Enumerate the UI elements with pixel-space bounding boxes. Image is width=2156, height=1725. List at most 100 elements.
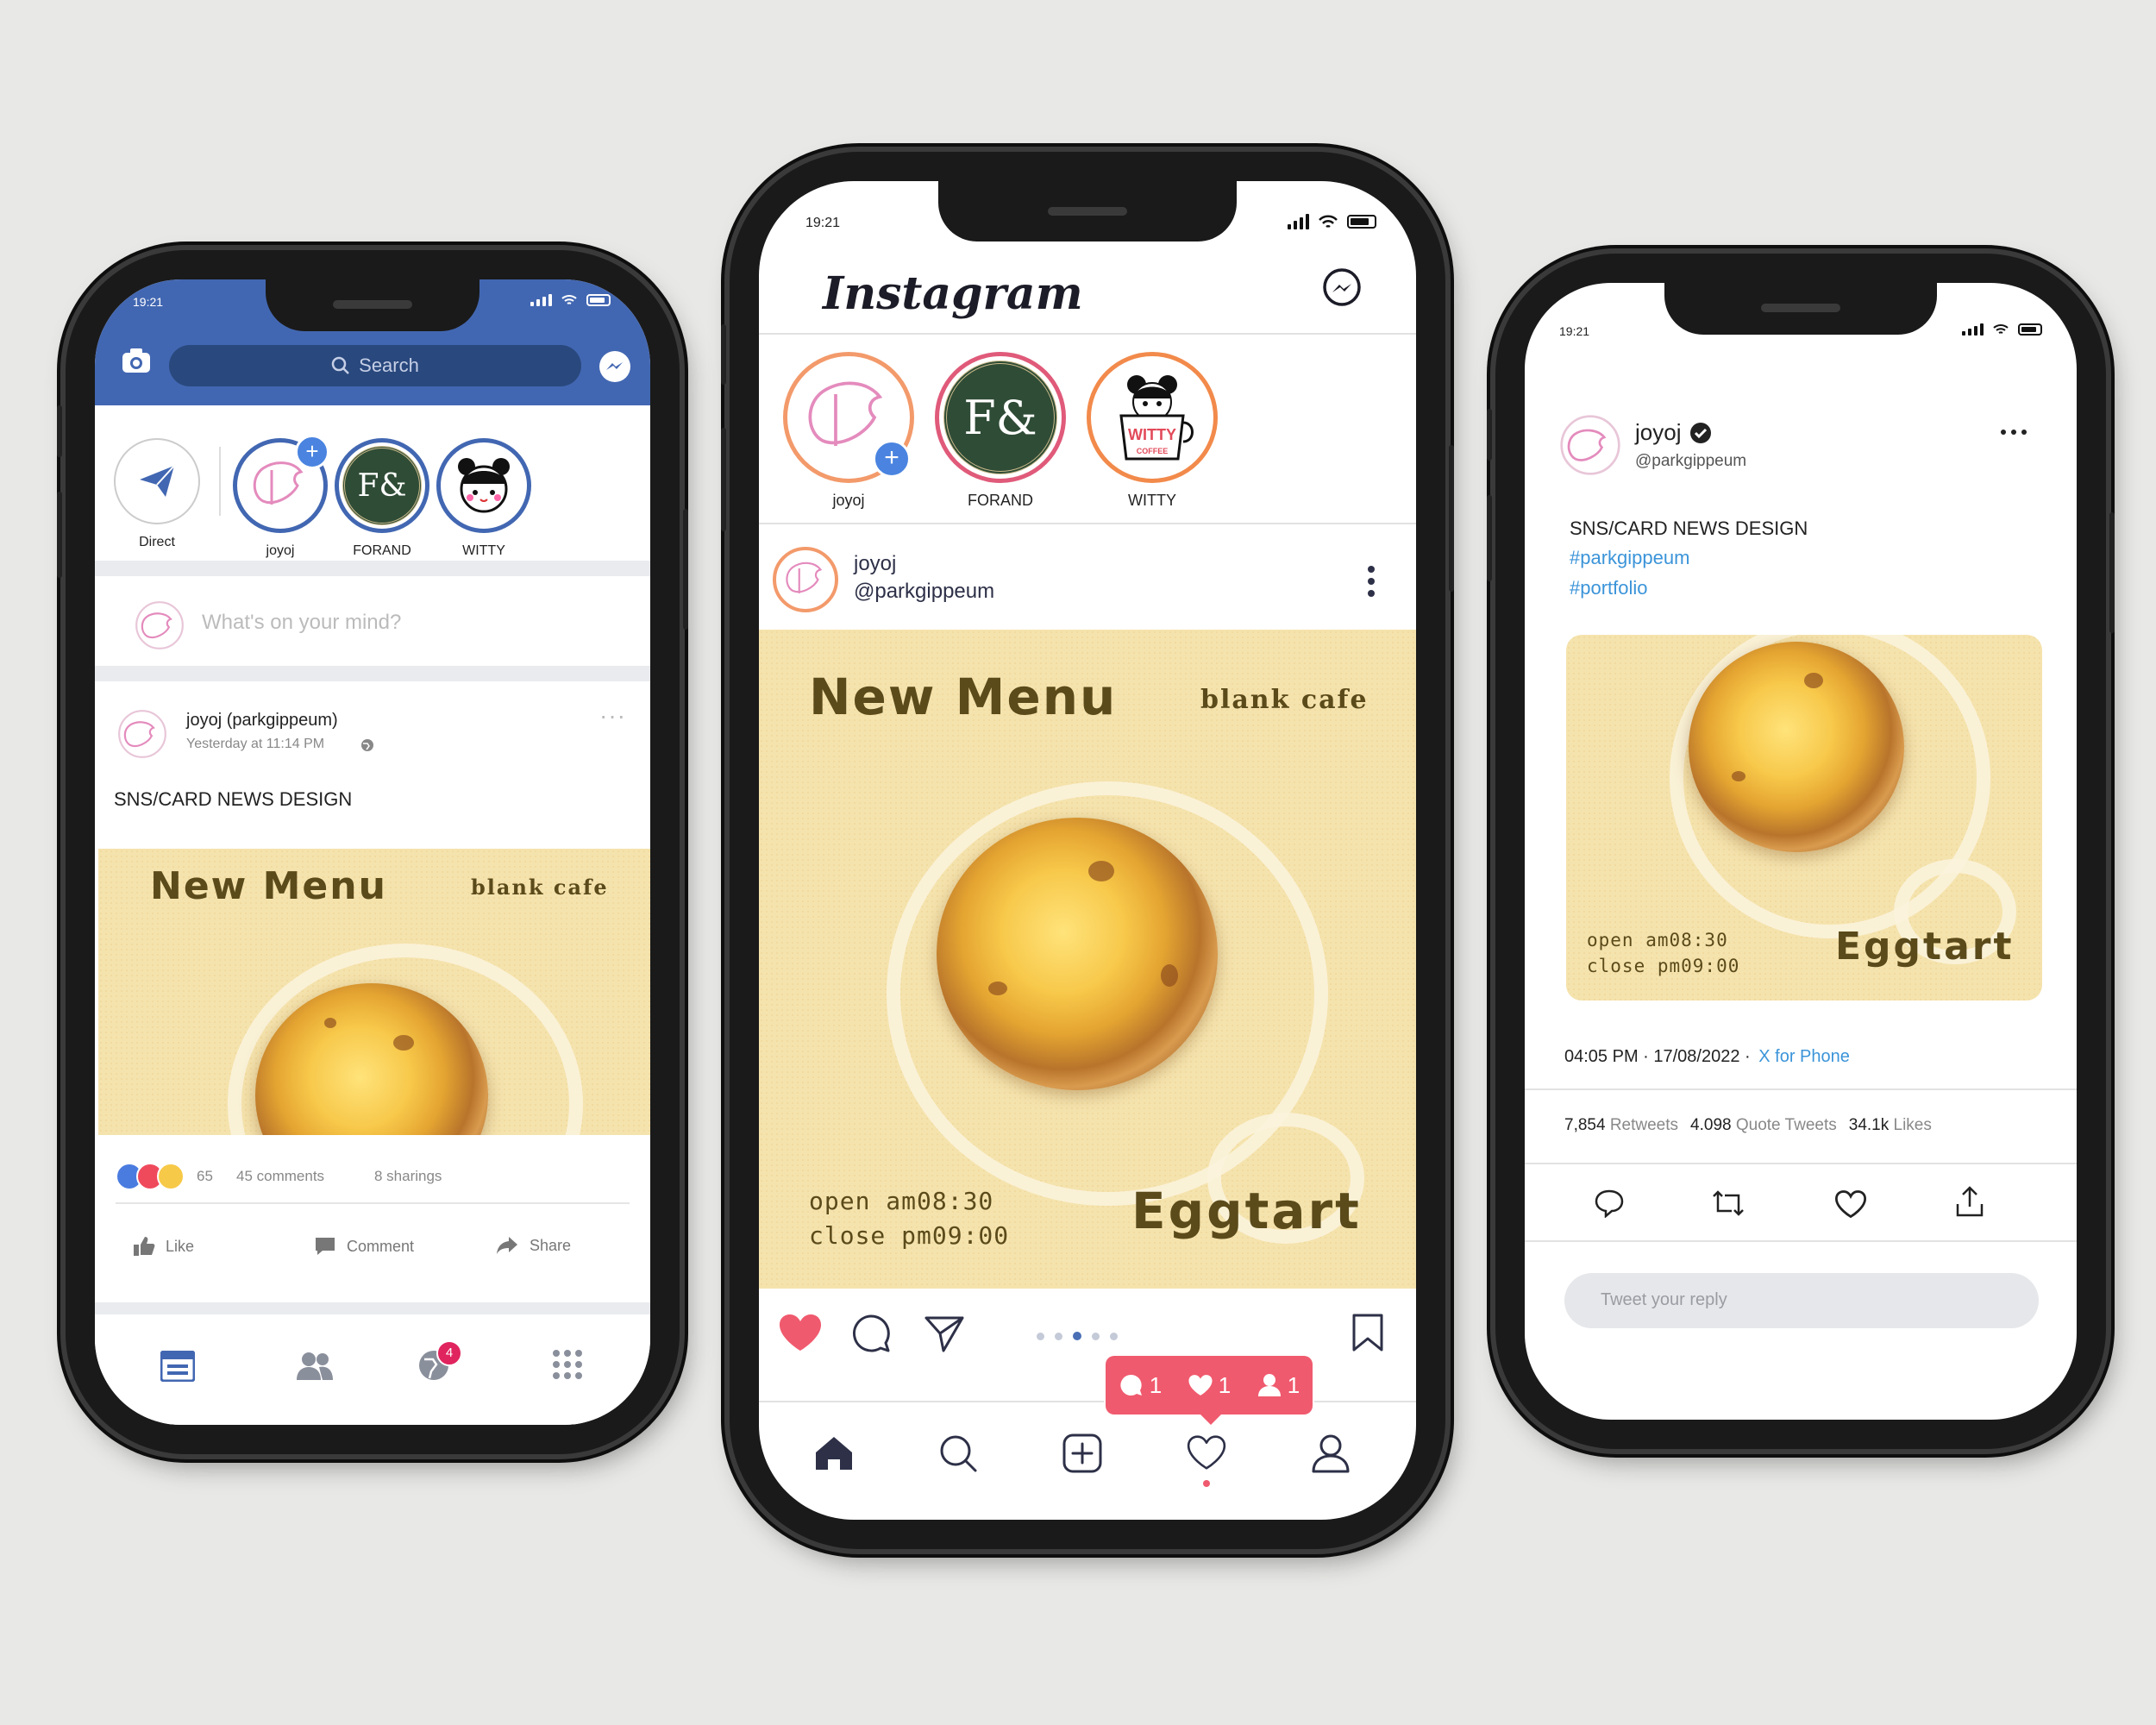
avatar[interactable] xyxy=(117,709,167,759)
facebook-screen: 19:21 Search Direct + joyoj F& FORAND WI… xyxy=(95,279,650,1425)
share-icon xyxy=(497,1237,517,1254)
menu-grid-icon[interactable] xyxy=(552,1349,583,1380)
new-post-icon[interactable] xyxy=(1062,1433,1102,1473)
card-headline: New Menu xyxy=(150,864,387,908)
tweet-timestamp: 04:05 PM · 17/08/2022 · X for Phone xyxy=(1564,1047,1850,1066)
post: joyoj (parkgippeum) Yesterday at 11:14 P… xyxy=(95,681,650,1302)
card-open-hours: open am08:30 xyxy=(1587,930,1728,950)
facebook-phone: 19:21 Search Direct + joyoj F& FORAND WI… xyxy=(57,250,688,1454)
globe-icon xyxy=(361,739,373,751)
instagram-logo: Instagram xyxy=(823,267,1083,320)
retweets-count[interactable]: 7,854 Retweets xyxy=(1564,1116,1678,1135)
card-open-hours: open am08:30 xyxy=(809,1187,994,1215)
search-icon[interactable] xyxy=(938,1433,978,1473)
retweet-icon[interactable] xyxy=(1711,1189,1745,1218)
instagram-screen: 19:21 Instagram + joyoj F& FORAND WITTY … xyxy=(759,181,1416,1520)
bookmark-icon[interactable] xyxy=(1351,1313,1385,1352)
story-joyoj[interactable]: + joyoj xyxy=(783,352,914,510)
avatar xyxy=(135,601,184,649)
comment-button[interactable]: Comment xyxy=(314,1235,414,1258)
activity-follows: 1 xyxy=(1287,1371,1300,1398)
tweet-author[interactable]: joyoj xyxy=(1635,419,1712,446)
search-icon xyxy=(331,356,350,374)
story-joyoj[interactable]: + joyoj xyxy=(233,435,329,559)
tweet-source[interactable]: X for Phone xyxy=(1758,1047,1850,1066)
tweet-image[interactable]: open am08:30 close pm09:00 Eggtart xyxy=(1566,635,2042,1000)
add-story-icon[interactable]: + xyxy=(873,440,911,478)
tweet-stats: 7,854 Retweets 4.098 Quote Tweets 34.1k … xyxy=(1564,1116,1932,1135)
sharings-count[interactable]: 8 sharings xyxy=(374,1168,442,1185)
share-icon[interactable] xyxy=(1954,1185,1985,1218)
news-feed-icon[interactable] xyxy=(160,1351,195,1382)
search-input[interactable]: Search xyxy=(169,345,581,386)
status-time: 19:21 xyxy=(133,295,164,309)
avatar[interactable] xyxy=(773,547,838,612)
bottom-nav: 4 xyxy=(95,1314,650,1425)
friends-icon[interactable] xyxy=(295,1351,335,1382)
post-image[interactable]: New Menu blank cafe open am08:30 close p… xyxy=(759,630,1416,1289)
stories-bar: Direct + joyoj F& FORAND WITTY xyxy=(95,405,650,561)
post-handle: @parkgippeum xyxy=(854,580,995,603)
status-icons xyxy=(1962,323,2042,336)
send-icon[interactable] xyxy=(923,1313,966,1354)
twitter-screen: 19:21 joyoj @parkgippeum SNS/CARD NEWS D… xyxy=(1525,283,2077,1420)
add-story-icon[interactable]: + xyxy=(295,435,329,469)
witty-wordmark: WITTY COFFEE xyxy=(1128,426,1176,455)
post-author[interactable]: joyoj (parkgippeum) xyxy=(186,711,338,731)
battery-icon xyxy=(2018,323,2042,336)
more-options-icon[interactable] xyxy=(2001,430,2027,435)
activity-heart-icon[interactable] xyxy=(1187,1435,1226,1470)
notifications-tab[interactable]: 4 xyxy=(417,1340,462,1386)
comments-count[interactable]: 45 comments xyxy=(236,1168,324,1185)
post-author[interactable]: joyoj xyxy=(854,552,896,576)
search-placeholder: Search xyxy=(359,354,419,376)
story-label: FORAND xyxy=(968,492,1033,509)
story-label: joyoj xyxy=(832,492,865,509)
card-close-hours: close pm09:00 xyxy=(809,1221,1010,1250)
post-image[interactable]: New Menu blank cafe xyxy=(98,849,650,1135)
story-witty[interactable]: WITTY xyxy=(436,438,531,559)
story-direct[interactable]: Direct xyxy=(114,438,200,550)
tweet-handle: @parkgippeum xyxy=(1635,452,1747,470)
card-product: Eggtart xyxy=(1835,925,2015,969)
share-button[interactable]: Share xyxy=(495,1235,571,1256)
story-label: WITTY xyxy=(1128,492,1176,509)
heart-filled-icon[interactable] xyxy=(778,1313,823,1352)
composer-placeholder: What's on your mind? xyxy=(202,611,402,634)
story-label: WITTY xyxy=(462,543,505,558)
story-witty[interactable]: WITTY COFFEE WITTY xyxy=(1087,352,1218,510)
activity-popup[interactable]: 1 1 1 xyxy=(1106,1356,1313,1414)
eggtart-image xyxy=(937,818,1218,1090)
like-icon[interactable] xyxy=(1835,1190,1866,1218)
comment-icon xyxy=(1120,1374,1142,1396)
story-forand[interactable]: F& FORAND xyxy=(935,352,1066,510)
like-button[interactable]: Like xyxy=(133,1235,194,1258)
notification-badge: 4 xyxy=(436,1340,462,1366)
avatar: F& xyxy=(935,352,1066,483)
reactions[interactable]: 65 xyxy=(116,1163,213,1190)
reply-input[interactable]: Tweet your reply xyxy=(1564,1273,2039,1328)
composer[interactable]: What's on your mind? xyxy=(95,576,650,666)
comment-icon[interactable] xyxy=(850,1313,892,1354)
reply-icon[interactable] xyxy=(1594,1189,1625,1218)
story-forand[interactable]: F& FORAND xyxy=(335,438,429,559)
avatar: F& xyxy=(335,438,429,533)
hashtag-link[interactable]: #parkgippeum xyxy=(1570,547,1689,569)
wifi-icon xyxy=(561,295,577,304)
signal-icon xyxy=(530,294,552,306)
activity-likes: 1 xyxy=(1218,1371,1232,1398)
home-icon[interactable] xyxy=(814,1435,854,1471)
hashtag-link[interactable]: #portfolio xyxy=(1570,577,1648,599)
card-headline: New Menu xyxy=(809,668,1118,726)
instagram-phone: 19:21 Instagram + joyoj F& FORAND WITTY … xyxy=(721,152,1454,1549)
messenger-icon[interactable] xyxy=(1321,267,1363,309)
likes-count[interactable]: 34.1k Likes xyxy=(1849,1116,1932,1135)
profile-icon[interactable] xyxy=(1311,1433,1351,1473)
camera-icon[interactable] xyxy=(121,347,152,379)
quote-tweets-count[interactable]: 4.098 Quote Tweets xyxy=(1690,1116,1837,1135)
messenger-icon[interactable] xyxy=(599,350,631,387)
more-options-icon[interactable] xyxy=(1366,564,1376,599)
more-options-icon[interactable]: ··· xyxy=(599,702,626,730)
avatar[interactable] xyxy=(1559,414,1621,476)
avatar xyxy=(436,438,531,533)
